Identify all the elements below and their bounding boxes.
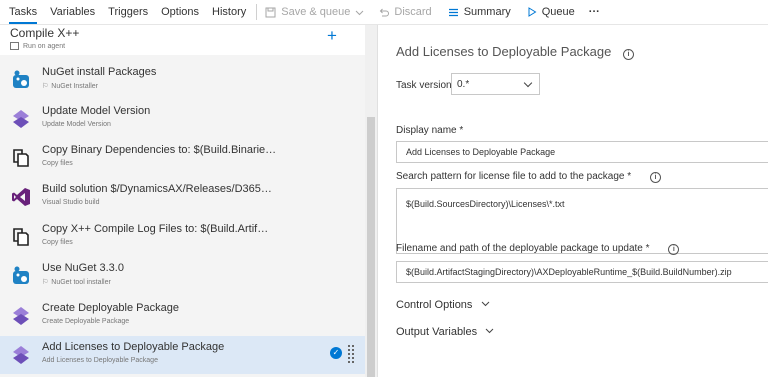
- info-icon[interactable]: i: [623, 49, 634, 60]
- tab-options[interactable]: Options: [161, 0, 199, 24]
- control-options-label: Control Options: [396, 299, 473, 311]
- task-item[interactable]: Create Deployable Package Create Deploya…: [0, 297, 365, 335]
- task-subtitle: ⚐ NuGet tool installer: [42, 278, 111, 287]
- task-subtitle-text: NuGet tool installer: [51, 278, 111, 286]
- info-icon[interactable]: i: [668, 244, 680, 255]
- discard-button[interactable]: Discard: [378, 0, 432, 24]
- task-item[interactable]: Copy X++ Compile Log Files to: $(Build.A…: [0, 218, 365, 256]
- task-subtitle: Create Deployable Package: [42, 318, 130, 325]
- task-details-panel: Add Licenses to Deployable Package i Tas…: [378, 25, 768, 377]
- task-title: Add Licenses to Deployable Package: [42, 341, 225, 353]
- add-task-button[interactable]: +: [327, 27, 337, 44]
- summary-button[interactable]: Summary: [448, 0, 511, 24]
- task-item[interactable]: NuGet install Packages ⚐ NuGet Installer: [0, 61, 365, 99]
- info-icon[interactable]: i: [649, 172, 661, 183]
- task-item[interactable]: Copy Binary Dependencies to: $(Build.Bin…: [0, 139, 365, 177]
- task-version-label: Task version: [396, 80, 452, 91]
- search-pattern-label-text: Search pattern for license file to add t…: [396, 171, 632, 182]
- task-version-value: 0.*: [457, 79, 470, 90]
- task-subtitle: Update Model Version: [42, 121, 111, 128]
- chevron-down-icon: [356, 10, 364, 15]
- flag-icon: ⚐: [42, 83, 49, 90]
- phase-subtitle-row: Run on agent: [10, 42, 65, 50]
- control-options-section[interactable]: Control Options: [396, 299, 490, 311]
- save-queue-label: Save & queue: [281, 6, 351, 18]
- filename-label: Filename and path of the deployable pack…: [396, 243, 680, 255]
- phase-subtitle: Run on agent: [23, 42, 66, 50]
- undo-icon: [380, 8, 390, 16]
- dynamics-diamond-icon: [13, 110, 29, 128]
- agent-icon: [10, 42, 19, 50]
- display-name-input[interactable]: Add Licenses to Deployable Package: [396, 141, 768, 163]
- task-item[interactable]: Build solution $/DynamicsAX/Releases/D36…: [0, 178, 365, 216]
- save-icon: [265, 7, 276, 17]
- more-actions-button[interactable]: ···: [589, 0, 600, 24]
- discard-label: Discard: [394, 6, 432, 18]
- task-subtitle-text: NuGet Installer: [51, 82, 98, 90]
- task-subtitle: Copy files: [42, 239, 73, 246]
- visual-studio-icon: [12, 188, 30, 206]
- task-title: Use NuGet 3.3.0: [42, 262, 124, 274]
- task-title: Copy Binary Dependencies to: $(Build.Bin…: [42, 144, 277, 156]
- task-subtitle: Copy files: [42, 160, 73, 167]
- nuget-icon: [13, 266, 29, 284]
- scrollbar-thumb[interactable]: [367, 117, 375, 377]
- task-version-select[interactable]: 0.*: [451, 73, 540, 95]
- task-item[interactable]: Update Model Version Update Model Versio…: [0, 100, 365, 138]
- filename-input[interactable]: $(Build.ArtifactStagingDirectory)\AXDepl…: [396, 261, 768, 283]
- chevron-down-icon: [485, 328, 494, 334]
- chevron-down-icon: [481, 301, 489, 307]
- flag-icon: ⚐: [42, 279, 49, 286]
- dynamics-diamond-icon: [13, 346, 29, 364]
- task-title: NuGet install Packages: [42, 66, 157, 78]
- output-variables-label: Output Variables: [396, 326, 478, 338]
- tab-variables[interactable]: Variables: [50, 0, 95, 24]
- copy-files-icon: [13, 149, 29, 167]
- summary-label: Summary: [463, 6, 511, 18]
- task-title: Create Deployable Package: [42, 302, 179, 314]
- enabled-check-icon[interactable]: ✓: [330, 347, 342, 359]
- agent-phase-header[interactable]: Compile X++ Run on agent +: [0, 25, 365, 55]
- task-item-selected[interactable]: Add Licenses to Deployable Package Add L…: [0, 336, 365, 374]
- save-queue-button[interactable]: Save & queue: [265, 0, 364, 24]
- task-title: Build solution $/DynamicsAX/Releases/D36…: [42, 183, 272, 195]
- queue-label: Queue: [541, 6, 575, 18]
- nuget-icon: [13, 70, 29, 88]
- dynamics-diamond-icon: [13, 307, 29, 325]
- task-subtitle: ⚐ NuGet Installer: [42, 82, 98, 91]
- task-details-title: Add Licenses to Deployable Package i: [396, 44, 634, 60]
- tab-history[interactable]: History: [212, 0, 246, 24]
- task-subtitle: Visual Studio build: [42, 199, 100, 206]
- output-variables-section[interactable]: Output Variables: [396, 326, 494, 338]
- task-title: Copy X++ Compile Log Files to: $(Build.A…: [42, 223, 269, 235]
- task-subtitle: Add Licenses to Deployable Package: [42, 357, 158, 364]
- tab-tasks[interactable]: Tasks: [9, 0, 38, 24]
- list-icon: [448, 8, 458, 16]
- toolbar-divider: [256, 4, 258, 20]
- phase-title: Compile X++: [10, 26, 80, 40]
- filename-label-text: Filename and path of the deployable pack…: [396, 243, 650, 254]
- queue-button[interactable]: Queue: [527, 0, 575, 24]
- task-item[interactable]: Use NuGet 3.3.0 ⚐ NuGet tool installer: [0, 257, 365, 295]
- drag-handle-icon[interactable]: [348, 345, 354, 363]
- chevron-down-icon: [523, 78, 533, 88]
- display-name-label: Display name *: [396, 125, 464, 136]
- task-list-panel: Compile X++ Run on agent + NuGet install…: [0, 25, 377, 377]
- toolbar: Tasks Variables Triggers Options History…: [0, 0, 768, 25]
- tab-triggers[interactable]: Triggers: [108, 0, 148, 24]
- task-details-title-text: Add Licenses to Deployable Package: [396, 44, 612, 59]
- play-icon: [528, 7, 537, 17]
- search-pattern-label: Search pattern for license file to add t…: [396, 171, 661, 183]
- copy-files-icon: [13, 228, 29, 246]
- task-title: Update Model Version: [42, 105, 151, 117]
